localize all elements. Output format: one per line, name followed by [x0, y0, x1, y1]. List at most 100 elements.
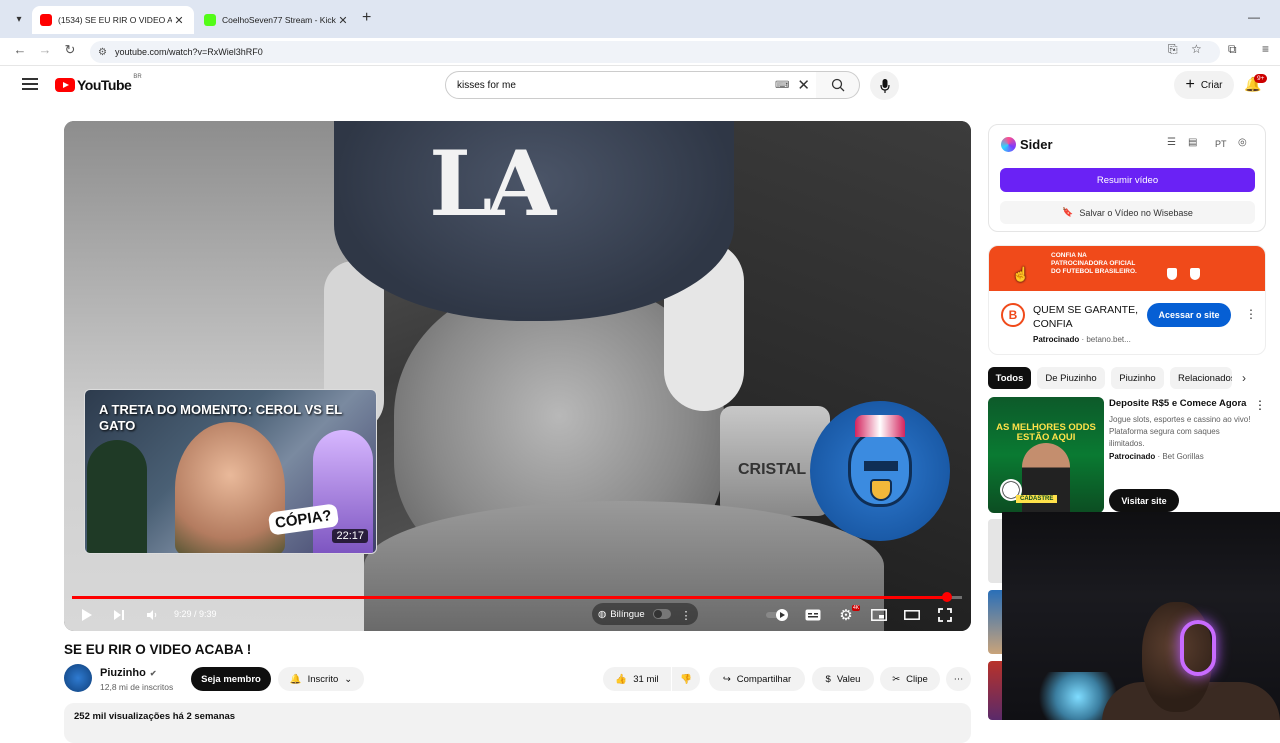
thanks-button[interactable]: $ Valeu	[812, 667, 874, 691]
close-tab-icon[interactable]: ✕	[336, 14, 350, 27]
chip-related[interactable]: Relacionados	[1170, 367, 1232, 389]
summarize-label: Resumir vídeo	[1096, 174, 1159, 186]
close-tab-icon[interactable]: ✕	[172, 14, 186, 27]
cap-logo: LA	[429, 131, 556, 237]
promo-thumb-text: AS MELHORES ODDS ESTÃO AQUI	[996, 422, 1096, 443]
kick-favicon-icon	[204, 14, 216, 26]
youtube-logo[interactable]: YouTube BR	[55, 74, 142, 93]
mute-button[interactable]	[143, 606, 161, 624]
share-label: Compartilhar	[736, 673, 792, 685]
cup-label: CRISTAL	[738, 461, 807, 478]
minimize-window-icon[interactable]: —	[1248, 10, 1260, 24]
chip-from-channel[interactable]: De Piuzinho	[1037, 367, 1105, 389]
sider-logo: Sider	[1001, 137, 1053, 152]
promo-thumbnail[interactable]: AS MELHORES ODDS ESTÃO AQUI CADASTRE	[988, 397, 1104, 513]
miniplayer-button[interactable]	[870, 607, 888, 623]
channel-avatar[interactable]	[64, 664, 92, 692]
bookmark-star-icon[interactable]: ☆	[1191, 42, 1202, 56]
reading-list-icon[interactable]: ≡	[1262, 42, 1269, 56]
share-button[interactable]: ↪ Compartilhar	[709, 667, 805, 691]
progress-bar[interactable]	[72, 592, 962, 602]
sider-settings-icon[interactable]: ◎	[1238, 137, 1247, 148]
autoplay-toggle[interactable]	[766, 607, 790, 623]
ad-banner[interactable]: CONFIA NA PATROCINADORA OFICIAL DO FUTEB…	[989, 246, 1265, 291]
summarize-video-button[interactable]: Resumir vídeo	[1000, 168, 1255, 192]
address-bar-row: ← → ↻ ⚙ youtube.com/watch?v=RxWiel3hRF0 …	[0, 38, 1280, 66]
subscribed-label: Inscrito	[307, 673, 339, 685]
search-icon	[831, 78, 844, 92]
clear-search-icon[interactable]: ✕	[797, 76, 810, 94]
bilingual-switch[interactable]	[652, 609, 671, 619]
like-button[interactable]: 👍 31 mil	[603, 667, 671, 691]
plus-icon: +	[1185, 76, 1195, 93]
sponsored-ad-card[interactable]: CONFIA NA PATROCINADORA OFICIAL DO FUTEB…	[988, 245, 1266, 355]
chip-channel[interactable]: Piuzinho	[1111, 367, 1164, 389]
tab-kick[interactable]: CoelhoSeven77 Stream - Kick ✕	[196, 6, 358, 34]
search-input[interactable]: kisses for me ⌨ ✕	[445, 71, 817, 99]
bird-mask	[864, 461, 898, 471]
more-actions-button[interactable]: ⋯	[946, 667, 971, 691]
volume-icon	[147, 610, 157, 620]
hamburger-menu-icon[interactable]	[22, 78, 38, 93]
url-field[interactable]: ⚙ youtube.com/watch?v=RxWiel3hRF0	[90, 41, 1220, 63]
ad-banner-text: CONFIA NA PATROCINADORA OFICIAL DO FUTEB…	[1051, 252, 1137, 275]
extensions-icon[interactable]: ⧉	[1228, 42, 1237, 57]
chevron-down-icon: ⌄	[344, 673, 353, 685]
subscribed-button[interactable]: 🔔 Inscrito ⌄	[278, 667, 364, 691]
captions-button[interactable]	[804, 607, 822, 623]
recommendation-thumbnail[interactable]	[988, 590, 1002, 654]
recommendation-thumbnail[interactable]	[988, 519, 1002, 583]
progress-scrubber[interactable]	[941, 592, 952, 602]
video-player[interactable]: LA CRISTAL	[64, 121, 971, 631]
create-button[interactable]: + Criar	[1174, 71, 1234, 99]
webcam-overlay	[1002, 512, 1280, 720]
chevron-right-icon[interactable]: ›	[1242, 371, 1246, 385]
channel-name[interactable]: Piuzinho ✔	[100, 667, 157, 679]
promo-visit-button[interactable]: Visitar site	[1109, 489, 1179, 512]
install-app-icon[interactable]: ⎘	[1168, 42, 1178, 57]
tab-youtube[interactable]: (1534) SE EU RIR O VIDEO A ✕	[32, 6, 194, 34]
theater-mode-button[interactable]	[903, 607, 921, 623]
end-screen-duration: 22:17	[332, 529, 368, 543]
fullscreen-button[interactable]	[936, 606, 954, 624]
promo-description: Jogue slots, esportes e cassino ao vivo!…	[1109, 415, 1251, 448]
voice-search-button[interactable]	[870, 71, 899, 100]
join-membership-button[interactable]: Seja membro	[191, 667, 271, 691]
translate-icon: ◍	[598, 608, 607, 620]
next-button[interactable]	[110, 606, 128, 624]
subscriber-count: 12,8 mi de inscritos	[100, 682, 174, 692]
chip-all[interactable]: Todos	[988, 367, 1031, 389]
new-tab-icon[interactable]: +	[362, 9, 371, 27]
ad-more-icon[interactable]: ⋮	[1245, 307, 1257, 321]
language-selector[interactable]: PT	[1215, 139, 1227, 149]
end-screen-video-card[interactable]: A TRETA DO MOMENTO: CEROL VS EL GATO CÓP…	[84, 389, 377, 554]
save-to-wisebase-button[interactable]: 🔖 Salvar o Vídeo no Wisebase	[1000, 201, 1255, 224]
visit-site-button[interactable]: Acessar o site	[1147, 303, 1231, 327]
share-icon: ↪	[722, 673, 731, 685]
search-button[interactable]	[816, 71, 860, 99]
tab-title: CoelhoSeven77 Stream - Kick	[222, 15, 336, 25]
save-label: Salvar o Vídeo no Wisebase	[1079, 207, 1193, 218]
promo-title[interactable]: Deposite R$5 e Comece Agora	[1109, 398, 1249, 409]
back-icon[interactable]: ←	[10, 42, 30, 57]
ad-sponsored-label: Patrocinado	[1033, 335, 1080, 344]
card-view-icon[interactable]: ▤	[1188, 137, 1197, 148]
channel-subscribe-watermark[interactable]	[810, 401, 950, 541]
keyboard-icon[interactable]: ⌨	[775, 80, 789, 91]
reload-icon[interactable]: ↻	[60, 42, 80, 58]
dislike-button[interactable]: 👎	[672, 667, 700, 691]
bilingual-more-icon[interactable]: ⋮	[680, 607, 692, 623]
site-info-icon[interactable]: ⚙	[98, 47, 107, 58]
clip-button[interactable]: ✂ Clipe	[880, 667, 940, 691]
forward-icon[interactable]: →	[35, 42, 55, 57]
play-button[interactable]	[78, 606, 96, 624]
promo-more-icon[interactable]: ⋮	[1254, 398, 1266, 412]
progress-fill	[72, 596, 947, 599]
description-box[interactable]: 252 mil visualizações há 2 semanas	[64, 703, 971, 743]
recommendation-thumbnail[interactable]	[988, 661, 1002, 720]
bird-beak	[870, 479, 892, 501]
tab-title: (1534) SE EU RIR O VIDEO A	[58, 15, 172, 25]
tab-search-dropdown[interactable]: ▾	[8, 8, 30, 30]
list-view-icon[interactable]: ☰	[1167, 137, 1176, 148]
thumbs-up-icon: 👍	[615, 673, 628, 685]
